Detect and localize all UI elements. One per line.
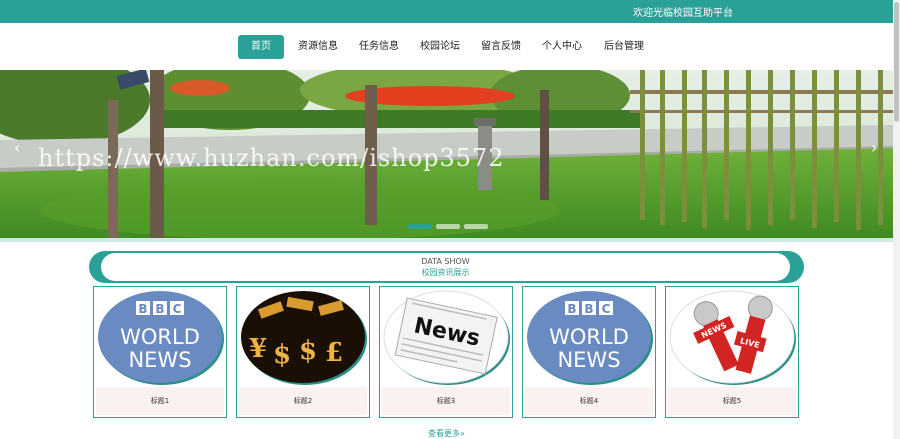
news-card-4[interactable]: B B C WORLD NEWS 标题4 xyxy=(522,286,656,418)
svg-text:$: $ xyxy=(299,336,317,366)
svg-text:£: £ xyxy=(325,338,343,368)
section-title-en: DATA SHOW xyxy=(421,257,470,266)
nav-item-forum[interactable]: 校园论坛 xyxy=(417,35,463,59)
scrollbar-thumb[interactable] xyxy=(894,2,899,122)
news-card-2[interactable]: ¥ $ $ £ 标题2 xyxy=(236,286,370,418)
carousel-dot-1[interactable] xyxy=(408,224,432,229)
watermark-text: https://www.huzhan.com/ishop3572 xyxy=(38,144,505,172)
carousel-indicators xyxy=(408,224,488,229)
bbc-letter: C xyxy=(173,302,182,316)
nav-item-resources[interactable]: 资源信息 xyxy=(295,35,341,59)
section-header-inner: DATA SHOW 校园资讯展示 xyxy=(101,253,790,281)
nav-item-feedback[interactable]: 留言反馈 xyxy=(478,35,524,59)
card-title-5[interactable]: 标题5 xyxy=(668,387,796,415)
world-text: WORLD xyxy=(120,325,200,349)
gold-currency-image: ¥ $ $ £ xyxy=(241,291,367,385)
news-text: NEWS xyxy=(557,348,620,372)
carousel-next-icon[interactable]: › xyxy=(871,138,877,157)
carousel-prev-icon[interactable]: ‹ xyxy=(14,138,20,157)
bbc-letter: B xyxy=(138,302,147,316)
news-card-1[interactable]: B B C WORLD NEWS 标题1 xyxy=(93,286,227,418)
top-bar: 欢迎光临校园互助平台 xyxy=(0,0,893,23)
main-nav: 首页 资源信息 任务信息 校园论坛 留言反馈 个人中心 后台管理 xyxy=(0,23,893,70)
live-microphones-image: NEWS LIVE xyxy=(669,290,796,385)
card-title-2[interactable]: 标题2 xyxy=(239,387,367,415)
bbc-world-news-image: B B C WORLD NEWS xyxy=(527,291,653,385)
section-title-zh: 校园资讯展示 xyxy=(421,268,470,277)
world-text: WORLD xyxy=(549,325,629,349)
news-text: NEWS xyxy=(128,348,191,372)
banner-divider xyxy=(0,238,893,242)
bbc-world-news-image: B B C WORLD NEWS xyxy=(98,291,224,385)
news-card-5[interactable]: NEWS LIVE 标题5 xyxy=(665,286,799,418)
card-title-1[interactable]: 标题1 xyxy=(96,387,224,415)
newspaper-image: News xyxy=(383,290,510,385)
nav-item-home[interactable]: 首页 xyxy=(238,35,284,59)
bbc-letter: C xyxy=(602,302,611,316)
svg-text:$: $ xyxy=(273,340,291,370)
bbc-letter: B xyxy=(155,302,164,316)
carousel-dot-3[interactable] xyxy=(464,224,488,229)
welcome-text: 欢迎光临校园互助平台 xyxy=(633,8,733,19)
nav-item-admin[interactable]: 后台管理 xyxy=(601,35,647,59)
section-header: DATA SHOW 校园资讯展示 xyxy=(89,251,804,283)
card-title-4[interactable]: 标题4 xyxy=(525,387,653,415)
card-title-3[interactable]: 标题3 xyxy=(382,387,510,415)
news-card-3[interactable]: News 标题3 xyxy=(379,286,513,418)
bbc-letter: B xyxy=(567,302,576,316)
carousel-dot-2[interactable] xyxy=(436,224,460,229)
svg-text:¥: ¥ xyxy=(249,334,267,364)
page-scrollbar[interactable] xyxy=(893,0,900,439)
nav-item-profile[interactable]: 个人中心 xyxy=(539,35,585,59)
nav-item-tasks[interactable]: 任务信息 xyxy=(356,35,402,59)
view-more-link[interactable]: 查看更多» xyxy=(0,428,893,439)
bbc-letter: B xyxy=(584,302,593,316)
hero-carousel[interactable]: ‹ › https://www.huzhan.com/ishop3572 xyxy=(0,70,893,238)
